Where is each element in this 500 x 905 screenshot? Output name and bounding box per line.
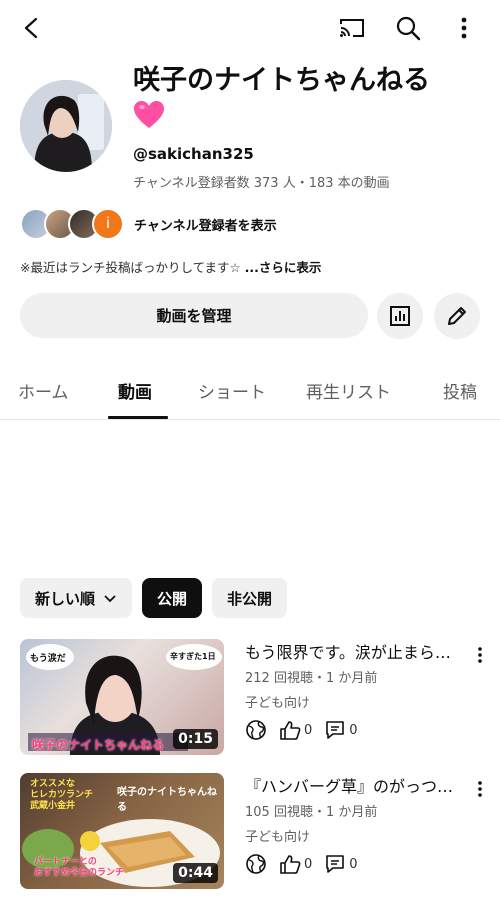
back-button[interactable] [12,10,52,46]
thumbs-up-icon [280,855,301,874]
video-menu-button[interactable] [470,643,490,667]
video-audience: 子ども向け [245,830,311,845]
comment-icon [326,855,345,873]
public-filter-chip[interactable]: 公開 [142,578,203,618]
sort-label: 新しい順 [35,589,96,608]
globe-icon [246,854,266,874]
more-vert-icon [478,781,482,797]
thumbnail-bubble-right: 辛すぎた1日 [170,652,216,661]
private-filter-chip[interactable]: 非公開 [212,578,288,618]
thumbnail-bottom-text: パートナーとの おすすめ今日のランチ [34,857,125,878]
comments-count: 0 [324,719,358,741]
video-title[interactable]: もう限界です。涙が止まらない [245,639,460,663]
video-duration: 0:44 [173,863,218,883]
analytics-button[interactable] [377,293,423,339]
video-title[interactable]: 『ハンバーグ草』のがっつりランチ [245,773,460,797]
cast-button[interactable] [332,10,372,46]
video-stats: 0 0 [245,853,370,875]
chevron-down-icon [104,595,116,603]
visibility-public [245,719,267,741]
arrow-left-icon [24,17,38,39]
pencil-icon [448,307,466,325]
likes-value: 0 [304,722,313,738]
tab-shorts[interactable]: ショート [198,378,266,403]
channel-description[interactable]: ※最近はランチ投稿ばっかりしてます☆ ...さらに表示 [20,257,321,276]
tab-playlists[interactable]: 再生リスト [306,378,391,403]
channel-handle: @sakichan325 [133,145,254,163]
more-vert-icon [461,17,467,39]
video-duration: 0:15 [173,729,218,749]
video-thumbnail[interactable]: もう涙だ 辛すぎた1日 咲子のナイトちゃんねる 0:15 [20,639,224,755]
likes-value: 0 [304,856,313,872]
channel-stats: チャンネル登録者数 373 人・183 本の動画 [133,176,390,191]
comments-value: 0 [349,722,358,738]
globe-icon [246,720,266,740]
description-text: ※最近はランチ投稿ばっかりしてます☆ [20,260,241,275]
comments-value: 0 [349,856,358,872]
video-meta: 105 回視聴・1 か月前 [245,805,378,820]
thumbnail-caption: 咲子のナイトちゃんねる [32,738,165,752]
subscriber-avatar: i [92,208,124,240]
thumbs-up-icon [280,721,301,740]
thumbnail-top-left-text: オススメな ヒレカツランチ 武蔵小金井 [30,779,94,811]
tab-home[interactable]: ホーム [18,378,69,403]
likes-count: 0 [279,853,312,875]
manage-videos-button[interactable]: 動画を管理 [20,293,368,338]
edit-channel-button[interactable] [434,293,480,339]
tab-videos[interactable]: 動画 [118,378,152,403]
video-stats: 0 0 [245,719,370,741]
video-item[interactable]: オススメな ヒレカツランチ 武蔵小金井 咲子のナイトちゃんねる パートナーとの … [20,773,490,889]
comment-icon [326,721,345,739]
top-app-bar [0,0,500,56]
video-meta: 212 回視聴・1 か月前 [245,671,378,686]
analytics-icon [390,306,410,326]
visibility-public [245,853,267,875]
more-vert-icon [478,647,482,663]
filter-chips: 新しい順 公開 非公開 [20,578,288,618]
video-item[interactable]: もう涙だ 辛すぎた1日 咲子のナイトちゃんねる 0:15 もう限界です。涙が止ま… [20,639,490,755]
comments-count: 0 [324,853,358,875]
more-button[interactable] [444,10,484,46]
pink-heart-emoji [134,101,164,128]
subscriber-avatars: i [20,208,124,240]
channel-tabs: ホーム 動画 ショート 再生リスト 投稿 [0,366,500,420]
sort-dropdown[interactable]: 新しい順 [20,578,133,618]
channel-name: 咲子のナイトちゃんねる [133,65,430,96]
likes-count: 0 [279,719,312,741]
thumbnail-bubble-left: もう涙だ [30,654,66,664]
search-icon [396,16,421,41]
channel-title: 咲子のナイトちゃんねる [133,64,483,130]
thumbnail-top-right-text: 咲子のナイトちゃんねる [117,787,217,813]
view-subscribers-row[interactable]: i チャンネル登録者を表示 [20,207,277,241]
channel-avatar-image [20,80,112,172]
channel-avatar[interactable] [20,80,112,172]
video-menu-button[interactable] [470,777,490,801]
active-tab-indicator [108,416,168,419]
show-more-link[interactable]: ...さらに表示 [245,260,322,275]
video-audience: 子ども向け [245,696,311,711]
video-thumbnail[interactable]: オススメな ヒレカツランチ 武蔵小金井 咲子のナイトちゃんねる パートナーとの … [20,773,224,889]
cast-icon [340,19,364,37]
tab-posts[interactable]: 投稿 [443,378,477,403]
search-button[interactable] [388,10,428,46]
view-subscribers-label: チャンネル登録者を表示 [134,218,277,234]
